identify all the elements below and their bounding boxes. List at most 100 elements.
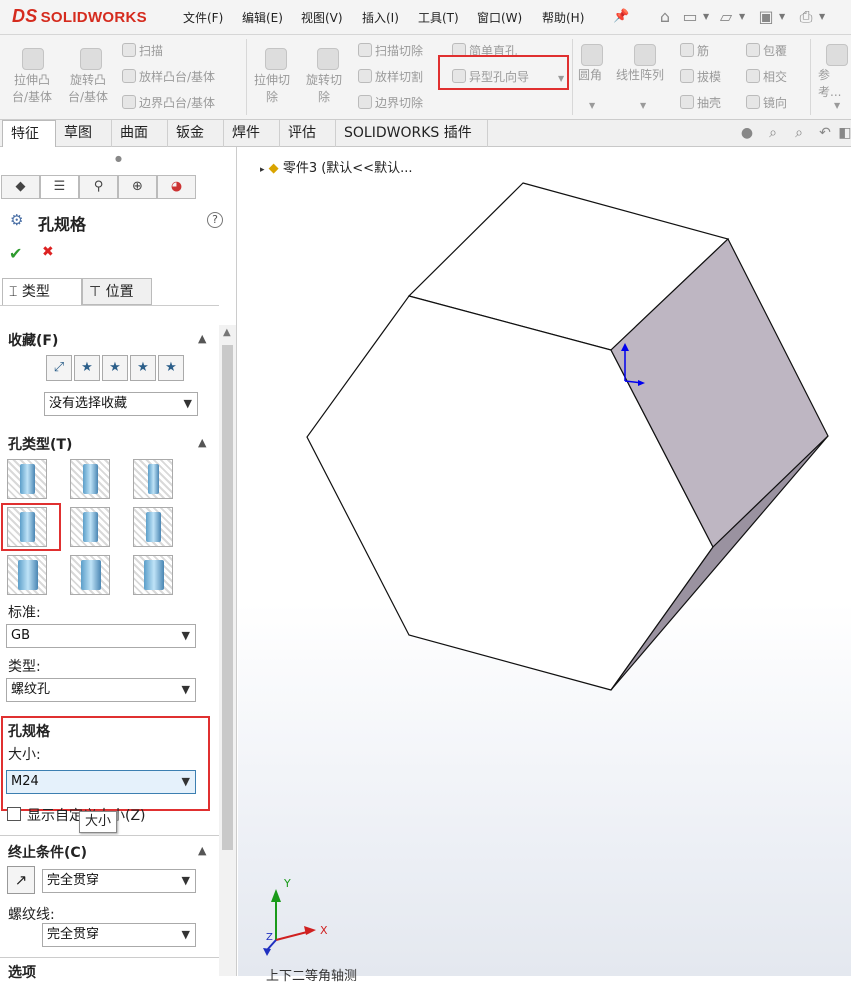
sweep-button[interactable]: 扫描 — [122, 43, 163, 60]
draft-button[interactable]: 拔模 — [680, 69, 721, 86]
lofted-cut-button[interactable]: 放样切割 — [358, 69, 423, 86]
tab-sheet-metal[interactable]: 钣金 — [168, 120, 224, 147]
zoom-area-icon[interactable]: ⌕ — [790, 125, 808, 143]
open-dropdown-icon[interactable]: ▼ — [739, 12, 745, 21]
menu-view[interactable]: 视图(V) — [301, 9, 343, 26]
countersink-hole-button[interactable] — [70, 459, 110, 499]
configuration-manager-tab[interactable]: ⚲ — [79, 175, 118, 199]
fillet-dropdown-icon[interactable]: ▼ — [589, 97, 595, 114]
reference-geometry-button[interactable]: 参考... — [818, 67, 851, 101]
standard-select[interactable]: GB ▼ — [6, 624, 196, 648]
hole-dropdown-icon[interactable]: ▼ — [558, 70, 564, 87]
menu-insert[interactable]: 插入(I) — [362, 9, 399, 26]
rib-button[interactable]: 筋 — [680, 43, 709, 60]
legacy-hole-button[interactable] — [133, 507, 173, 547]
swept-cut-button[interactable]: 扫描切除 — [358, 43, 423, 60]
new-dropdown-icon[interactable]: ▼ — [703, 12, 709, 21]
revolve-cut-button[interactable]: 旋转切 除 — [306, 72, 342, 106]
fillet-button[interactable]: 圆角 — [578, 67, 602, 84]
graphics-area[interactable]: ▸ ◆ 零件3 (默认<<默认... Y X Z 上下二等角轴测 — [238, 147, 851, 984]
end-condition-section-title[interactable]: 终止条件(C) — [8, 842, 87, 862]
reverse-direction-icon[interactable]: ↗ — [7, 866, 35, 894]
options-section-title[interactable]: 选项 — [8, 962, 36, 982]
linear-pattern-button[interactable]: 线性阵列 — [616, 67, 664, 84]
boundary-boss-button[interactable]: 边界凸台/基体 — [122, 95, 215, 112]
print-dropdown-icon[interactable]: ▼ — [819, 12, 825, 21]
mirror-button[interactable]: 镜向 — [746, 95, 787, 112]
help-icon[interactable]: ? — [207, 212, 223, 228]
intersect-button[interactable]: 相交 — [746, 69, 787, 86]
menu-tools[interactable]: 工具(T) — [418, 9, 459, 26]
end-condition-select[interactable]: 完全贯穿 ▼ — [42, 869, 196, 893]
extrude-boss-button[interactable]: 拉伸凸 台/基体 — [12, 72, 52, 106]
size-select[interactable]: M24 ▼ — [6, 770, 196, 794]
scroll-up-icon[interactable]: ▲ — [223, 327, 231, 338]
pattern-dropdown-icon[interactable]: ▼ — [640, 97, 646, 114]
menu-help[interactable]: 帮助(H) — [542, 9, 584, 26]
hole-button[interactable] — [133, 459, 173, 499]
view-orientation-icon[interactable]: ● — [738, 125, 756, 143]
reference-dropdown-icon[interactable]: ▼ — [834, 97, 840, 114]
collapse-end-condition-icon[interactable]: ▲ — [198, 844, 206, 857]
chevron-down-icon: ▼ — [183, 397, 192, 410]
tab-type[interactable]: ⌶ 类型 — [2, 278, 82, 305]
tab-position[interactable]: ⊤ 位置 — [82, 278, 152, 305]
dimxpert-manager-tab[interactable]: ⊕ — [118, 175, 157, 199]
type-select[interactable]: 螺纹孔 ▼ — [6, 678, 196, 702]
home-icon[interactable]: ⌂ — [655, 7, 675, 27]
hole-type-section-title[interactable]: 孔类型(T) — [8, 434, 72, 454]
property-manager-panel: ● ◆ ☰ ⚲ ⊕ ◕ ⚙ 孔规格 ? ✔ ✖ ⌶ 类型 ⊤ 位置 ▲ 收藏(F… — [0, 147, 237, 981]
favorite-load-icon[interactable]: ★ — [158, 355, 184, 381]
counterbore-hole-button[interactable] — [7, 459, 47, 499]
boundary-cut-button[interactable]: 边界切除 — [358, 95, 423, 112]
display-manager-tab[interactable]: ◕ — [157, 175, 196, 199]
pin-icon[interactable]: 📌 — [613, 9, 629, 24]
wrap-button[interactable]: 包覆 — [746, 43, 787, 60]
cancel-button[interactable]: ✖ — [42, 244, 54, 260]
revolve-boss-button[interactable]: 旋转凸 台/基体 — [68, 72, 108, 106]
tab-weldments[interactable]: 焊件 — [224, 120, 280, 147]
extrude-cut-button[interactable]: 拉伸切 除 — [254, 72, 290, 106]
new-document-icon[interactable]: ▭ — [680, 7, 700, 27]
counterbore-slot-button[interactable] — [7, 555, 47, 595]
menu-file[interactable]: 文件(F) — [183, 9, 223, 26]
zoom-to-fit-icon[interactable]: ⌕ — [764, 125, 782, 143]
menu-edit[interactable]: 编辑(E) — [242, 9, 283, 26]
open-folder-icon[interactable]: ▱ — [716, 7, 736, 27]
favorite-delete-icon[interactable]: ★ — [102, 355, 128, 381]
property-manager-tab[interactable]: ☰ — [40, 175, 79, 199]
favorites-section-title[interactable]: 收藏(F) — [8, 330, 58, 350]
countersink-slot-button[interactable] — [70, 555, 110, 595]
panel-grip-icon[interactable]: ● — [115, 154, 122, 163]
section-view-icon[interactable]: ◧ — [836, 125, 851, 143]
custom-size-checkbox[interactable] — [7, 807, 21, 821]
tab-sketch[interactable]: 草图 — [56, 120, 112, 147]
save-dropdown-icon[interactable]: ▼ — [779, 12, 785, 21]
previous-view-icon[interactable]: ↶ — [816, 125, 834, 143]
collapse-favorites-icon[interactable]: ▲ — [198, 332, 206, 345]
intersect-icon — [746, 69, 760, 83]
scrollbar-thumb[interactable] — [222, 345, 233, 850]
tab-evaluate[interactable]: 评估 — [280, 120, 336, 147]
shell-button[interactable]: 抽壳 — [680, 95, 721, 112]
panel-scrollbar[interactable]: ▲ — [219, 325, 236, 976]
print-icon[interactable]: ⎙ — [796, 7, 816, 27]
model-svg[interactable] — [238, 147, 851, 976]
favorite-save-icon[interactable]: ★ — [130, 355, 156, 381]
thread-select[interactable]: 完全贯穿 ▼ — [42, 923, 196, 947]
favorites-select[interactable]: 没有选择收藏 ▼ — [44, 392, 198, 416]
tab-features[interactable]: 特征 — [2, 120, 56, 147]
collapse-hole-type-icon[interactable]: ▲ — [198, 436, 206, 449]
tapered-tap-button[interactable] — [70, 507, 110, 547]
favorite-apply-icon[interactable]: ⤢ — [46, 355, 72, 381]
feature-manager-tab[interactable]: ◆ — [1, 175, 40, 199]
ok-button[interactable]: ✔ — [9, 244, 22, 263]
tab-surfaces[interactable]: 曲面 — [112, 120, 168, 147]
loft-boss-button[interactable]: 放样凸台/基体 — [122, 69, 215, 86]
chevron-down-icon: ▼ — [181, 683, 190, 696]
slot-button[interactable] — [133, 555, 173, 595]
save-icon[interactable]: ▣ — [756, 7, 776, 27]
tab-addins[interactable]: SOLIDWORKS 插件 — [336, 120, 488, 147]
menu-window[interactable]: 窗口(W) — [477, 9, 522, 26]
favorite-add-icon[interactable]: ★ — [74, 355, 100, 381]
